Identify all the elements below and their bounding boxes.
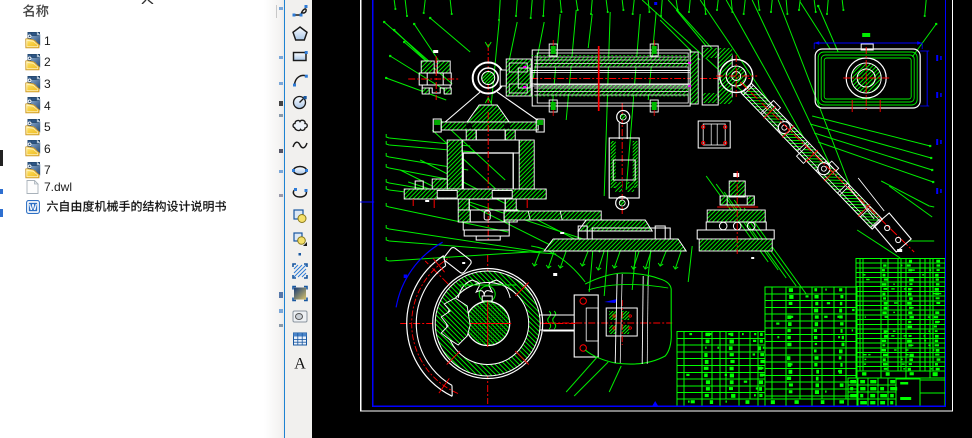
svg-text:A: A [294,356,306,373]
